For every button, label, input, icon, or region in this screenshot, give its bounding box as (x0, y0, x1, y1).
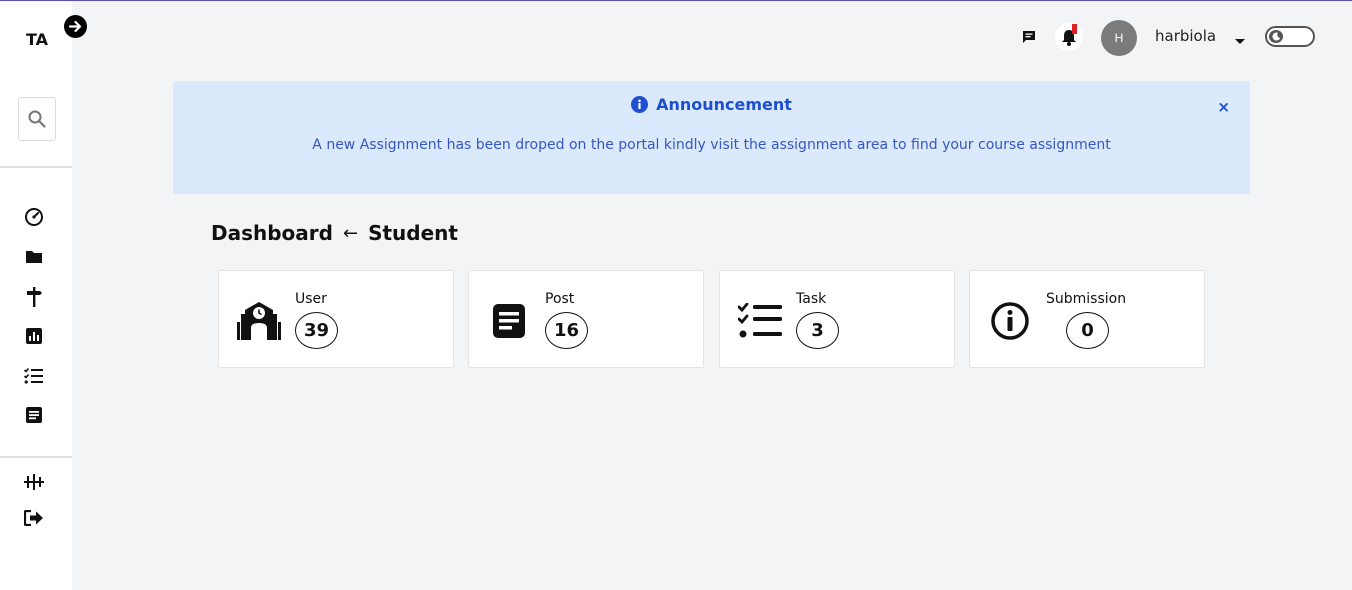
info-icon (988, 299, 1032, 343)
announcement-title: Announcement (656, 95, 792, 114)
moon-icon (1269, 30, 1283, 43)
stat-card-count: 3 (796, 312, 839, 349)
announcement-message: A new Assignment has been droped on the … (312, 137, 1111, 153)
signpost-icon (27, 287, 42, 307)
stat-card-label: Task (796, 291, 827, 307)
checklist-icon (24, 368, 43, 384)
chat-icon (1023, 31, 1035, 43)
announcement-close-button[interactable]: × (1217, 98, 1230, 116)
stat-card-submission[interactable]: Submission 0 (969, 270, 1205, 368)
notifications-button[interactable] (1055, 23, 1083, 51)
stat-card-label: Post (545, 291, 575, 307)
search-icon (28, 110, 46, 128)
stat-card-label: User (295, 291, 327, 307)
sidebar-divider (0, 166, 72, 168)
sidebar-search-button[interactable] (18, 97, 56, 141)
sidebar-item-dashboard[interactable] (24, 207, 44, 227)
stat-card-post[interactable]: Post 16 (468, 270, 704, 368)
announcement-banner: Announcement × A new Assignment has been… (173, 81, 1250, 194)
messages-button[interactable] (1020, 28, 1038, 46)
sidebar-item-tasks[interactable] (24, 366, 44, 386)
sidebar-item-settings[interactable] (24, 472, 44, 492)
stat-card-count: 0 (1066, 312, 1109, 349)
stat-card-count: 16 (545, 312, 588, 349)
stat-card-user[interactable]: User 39 (218, 270, 454, 368)
chart-icon (26, 328, 42, 344)
sidebar-item-signpost[interactable] (24, 287, 44, 307)
stat-card-task[interactable]: Task 3 (719, 270, 955, 368)
page-title-section: Dashboard (211, 221, 333, 245)
arrow-right-icon (69, 20, 82, 33)
notification-badge (1072, 24, 1077, 34)
user-menu-chevron-down-icon[interactable] (1235, 39, 1245, 44)
info-circle-icon (631, 96, 649, 113)
post-icon (487, 299, 531, 343)
avatar[interactable]: H (1101, 20, 1137, 56)
sidebar-item-logout[interactable] (24, 508, 44, 528)
username[interactable]: harbiola (1155, 27, 1216, 45)
sidebar-item-reports[interactable] (24, 326, 44, 346)
stat-card-label: Submission (1046, 291, 1127, 307)
logout-icon (24, 510, 43, 526)
dashboard-gauge-icon (25, 208, 43, 226)
announcement-header: Announcement (173, 95, 1250, 114)
school-icon (237, 299, 281, 343)
page-title-sub: Student (368, 221, 458, 245)
stat-card-count: 39 (295, 312, 338, 349)
sidebar-item-posts[interactable] (24, 405, 44, 425)
document-icon (26, 407, 42, 423)
page-title: Dashboard ← Student (211, 221, 458, 245)
sidebar: TA (0, 2, 72, 590)
folder-icon (26, 251, 42, 263)
dark-mode-toggle[interactable] (1265, 26, 1315, 47)
sidebar-divider-bottom (0, 456, 72, 458)
task-list-icon (738, 299, 782, 343)
sidebar-item-folder[interactable] (24, 247, 44, 267)
breadcrumb-arrow: ← (342, 222, 359, 244)
settings-sliders-icon (24, 474, 44, 490)
app-logo: TA (26, 30, 49, 49)
sidebar-collapse-button[interactable] (64, 15, 87, 38)
